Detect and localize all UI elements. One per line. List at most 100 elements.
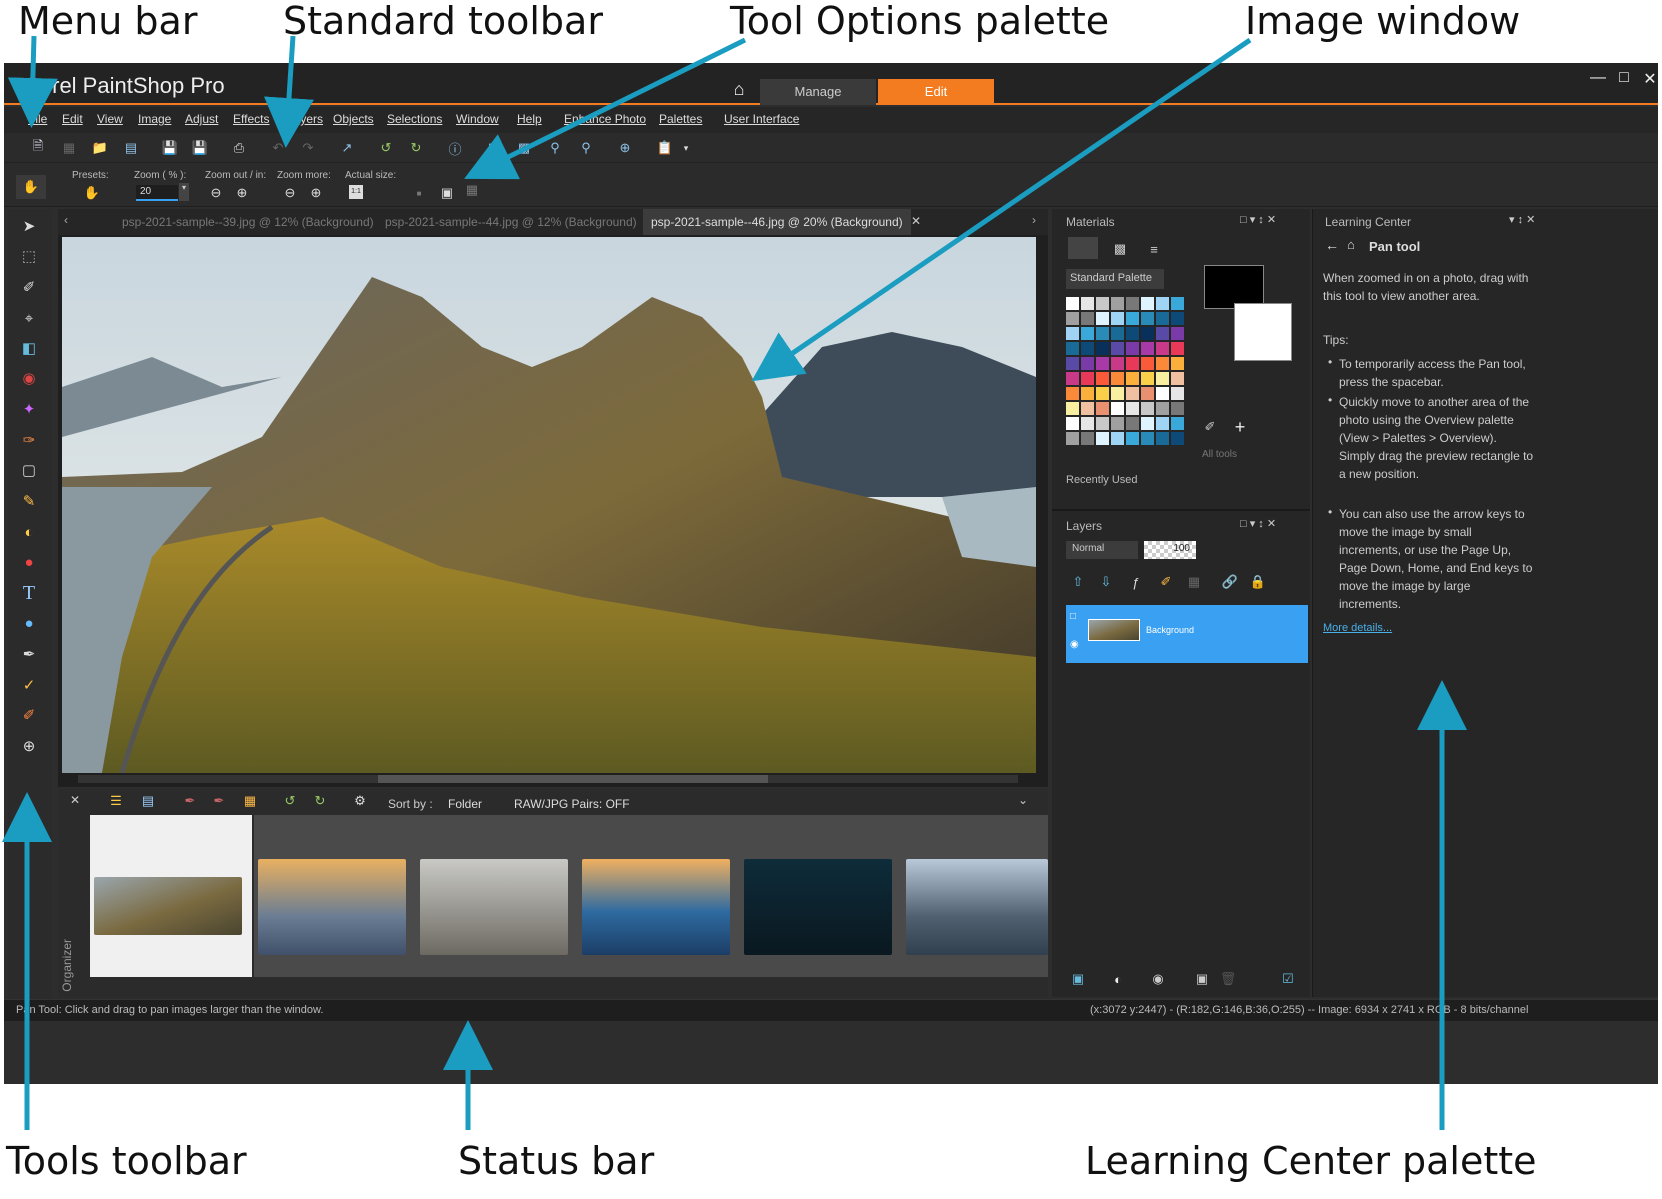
color-swatch[interactable] — [1126, 312, 1139, 325]
color-swatch[interactable] — [1081, 312, 1094, 325]
pick-tool-icon[interactable]: ➤ — [18, 215, 40, 237]
tabs-right-icon[interactable]: › — [1032, 213, 1036, 227]
color-swatch[interactable] — [1171, 357, 1184, 370]
layers-window-icons[interactable]: □ ▾ ↕ ✕ — [1240, 517, 1276, 530]
color-swatch[interactable] — [1096, 387, 1109, 400]
layer-row-background[interactable]: Background □ ◉ — [1066, 605, 1308, 663]
color-swatch[interactable] — [1141, 342, 1154, 355]
rotate-left-icon[interactable]: ↺ — [376, 138, 396, 158]
color-swatch[interactable] — [1171, 417, 1184, 430]
raw-jpg-pairs-select[interactable]: RAW/JPG Pairs: OFF — [514, 797, 630, 811]
color-swatch[interactable] — [1126, 432, 1139, 445]
organizer-view-icon[interactable]: ▤ — [138, 791, 158, 811]
mask-icon[interactable]: ▦ — [1184, 572, 1204, 592]
color-swatch[interactable] — [1096, 312, 1109, 325]
color-swatch[interactable] — [1111, 297, 1124, 310]
menu-effects[interactable]: Effects — [233, 112, 269, 126]
organizer-rotate-right-icon[interactable]: ↻ — [310, 791, 330, 811]
color-swatch[interactable] — [1171, 312, 1184, 325]
color-swatch[interactable] — [1126, 327, 1139, 340]
color-swatch[interactable] — [1066, 402, 1079, 415]
visibility-eye-icon[interactable]: ◉ — [1070, 639, 1079, 650]
menu-help[interactable]: Help — [517, 112, 542, 126]
color-swatch[interactable] — [1171, 342, 1184, 355]
color-swatch[interactable] — [1156, 312, 1169, 325]
color-swatch[interactable] — [1081, 432, 1094, 445]
zoom-more-in-icon[interactable]: ⊕ — [306, 183, 326, 203]
color-swatch[interactable] — [1111, 402, 1124, 415]
doc-tab-2[interactable]: psp-2021-sample--44.jpg @ 12% (Backgroun… — [377, 209, 645, 235]
zoom-fit-icon[interactable]: ⊕ — [615, 138, 635, 158]
zoom-dropdown-icon[interactable]: ▾ — [179, 183, 189, 201]
menu-file[interactable]: File — [28, 112, 47, 126]
organizer-rotate-left-icon[interactable]: ↺ — [280, 791, 300, 811]
new-raster-layer-icon[interactable]: ▣ — [1068, 969, 1088, 989]
color-swatch[interactable] — [1066, 432, 1079, 445]
color-swatch[interactable] — [1081, 417, 1094, 430]
presets-icon[interactable]: ✋ — [82, 183, 102, 203]
pan-tool-active-icon[interactable]: ✋ — [16, 175, 46, 199]
menu-adjust[interactable]: Adjust — [185, 112, 218, 126]
color-swatch[interactable] — [1066, 387, 1079, 400]
scanner-icon[interactable]: ▤ — [121, 138, 141, 158]
selection-tool-icon[interactable]: ⬚ — [18, 245, 40, 267]
back-arrow-icon[interactable]: ← — [1325, 237, 1339, 253]
tabs-left-icon[interactable]: ‹ — [64, 213, 68, 227]
menu-selections[interactable]: Selections — [387, 112, 442, 126]
color-swatch[interactable] — [1081, 387, 1094, 400]
color-swatch[interactable] — [1111, 327, 1124, 340]
opacity-input[interactable]: 100 — [1144, 541, 1196, 559]
thumbnail-forest[interactable] — [420, 859, 568, 955]
color-swatch[interactable] — [1141, 297, 1154, 310]
new-file-icon[interactable]: 🗎 — [28, 138, 48, 158]
color-swatch[interactable] — [1126, 417, 1139, 430]
zoom-more-out-icon[interactable]: ⊖ — [280, 183, 300, 203]
color-swatch[interactable] — [1096, 372, 1109, 385]
shape-tool-icon[interactable]: ● — [18, 612, 40, 634]
grid-icon[interactable]: ▦ — [59, 138, 79, 158]
home-icon[interactable]: ⌂ — [1347, 237, 1355, 252]
organizer-collapse-icon[interactable]: ⌄ — [1018, 793, 1028, 807]
color-swatch[interactable] — [1096, 357, 1109, 370]
rotate-right-icon[interactable]: ↻ — [406, 138, 426, 158]
organizer-brush-icon[interactable]: ✒ — [180, 791, 200, 811]
mask-layer-icon[interactable]: ◉ — [1148, 969, 1168, 989]
color-swatch[interactable] — [1081, 297, 1094, 310]
scroll-thumb[interactable] — [378, 775, 768, 783]
color-swatch[interactable] — [1096, 417, 1109, 430]
color-swatch[interactable] — [1156, 432, 1169, 445]
info-icon[interactable]: ⓘ — [445, 138, 465, 158]
sort-select[interactable]: Folder — [448, 797, 482, 811]
color-swatch[interactable] — [1111, 372, 1124, 385]
learning-center-window-icons[interactable]: ▾ ↕ ✕ — [1509, 213, 1535, 226]
gradient-tool-icon[interactable]: ▢ — [18, 459, 40, 481]
toggle-icon[interactable]: ▣ — [437, 183, 457, 203]
lock-icon[interactable]: 🔒 — [1248, 572, 1268, 592]
paint-tool-icon[interactable]: ✓ — [18, 674, 40, 696]
retouch-tool-icon[interactable]: ✐ — [18, 704, 40, 726]
color-swatch[interactable] — [1066, 357, 1079, 370]
makeover-tool-icon[interactable]: ✦ — [18, 398, 40, 420]
color-swatch[interactable] — [1066, 312, 1079, 325]
color-swatch[interactable] — [1066, 417, 1079, 430]
color-swatch[interactable] — [1141, 357, 1154, 370]
more-details-link[interactable]: More details... — [1323, 619, 1533, 637]
color-swatch[interactable] — [1111, 342, 1124, 355]
clone-tool-icon[interactable]: ● — [18, 551, 40, 573]
properties-icon[interactable]: ☑ — [1278, 969, 1298, 989]
zoom-in-icon[interactable]: ⚲ — [576, 138, 596, 158]
tab-manage[interactable]: Manage — [760, 79, 876, 105]
color-swatch[interactable] — [1171, 387, 1184, 400]
color-swatch[interactable] — [1156, 417, 1169, 430]
save-icon[interactable]: 💾 — [160, 138, 180, 158]
color-swatch[interactable] — [1126, 387, 1139, 400]
color-swatch[interactable] — [1156, 402, 1169, 415]
fit-window-icon[interactable]: ▩ — [514, 138, 534, 158]
thumbnail-city[interactable] — [906, 859, 1048, 955]
landscape-photo[interactable] — [62, 237, 1036, 773]
all-tools-checkbox[interactable]: All tools — [1202, 449, 1237, 460]
actual-size-button[interactable]: 1:1 — [349, 185, 363, 199]
menu-layers[interactable]: Layers — [287, 112, 323, 126]
color-swatch[interactable] — [1096, 327, 1109, 340]
blend-mode-select[interactable]: Normal — [1066, 541, 1138, 559]
